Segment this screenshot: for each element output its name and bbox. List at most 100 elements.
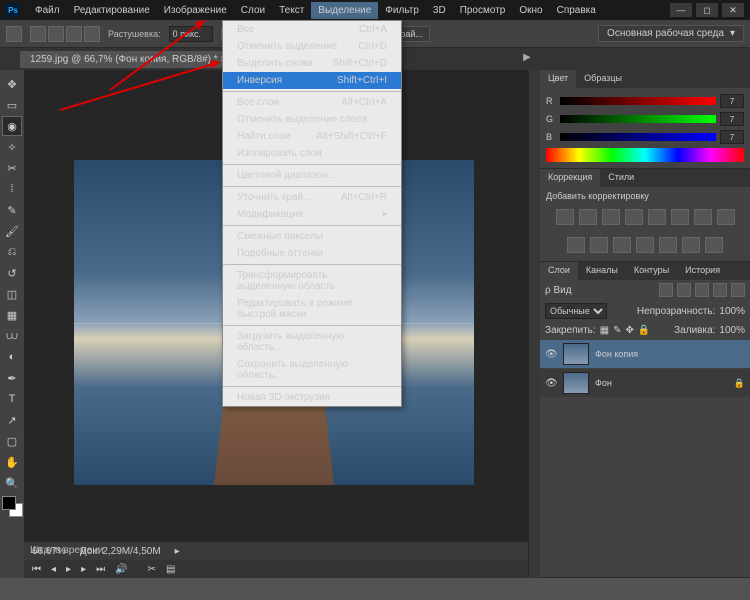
gradient-map-icon[interactable] xyxy=(682,237,700,253)
text-tool[interactable]: T xyxy=(2,389,22,409)
fill-value[interactable]: 100% xyxy=(719,325,745,336)
tab-layers[interactable]: Слои xyxy=(540,262,578,280)
menu-item[interactable]: Найти слоиAlt+Shift+Ctrl+F xyxy=(223,128,401,145)
layer-thumbnail[interactable] xyxy=(563,343,589,365)
menu-item[interactable]: Изолировать слои xyxy=(223,145,401,162)
tab-swatches[interactable]: Образцы xyxy=(576,70,630,88)
close-button[interactable]: ✕ xyxy=(722,3,744,17)
menu-item[interactable]: Уточнить край...Alt+Ctrl+R xyxy=(223,189,401,206)
move-tool[interactable]: ✥ xyxy=(2,74,22,94)
maximize-button[interactable]: ◻ xyxy=(696,3,718,17)
blend-mode-select[interactable]: Обычные xyxy=(545,303,607,319)
menu-item[interactable]: Подобные оттенки xyxy=(223,245,401,262)
selection-mode-icons[interactable] xyxy=(30,26,100,42)
menu-item[interactable]: ИнверсияShift+Ctrl+I xyxy=(223,72,401,89)
history-brush-tool[interactable]: ↺ xyxy=(2,263,22,283)
menu-справка[interactable]: Справка xyxy=(550,2,603,19)
layer-name[interactable]: Фон xyxy=(595,378,612,388)
filter-image-icon[interactable] xyxy=(659,283,673,297)
visibility-icon[interactable]: 👁 xyxy=(545,378,557,389)
g-value[interactable]: 7 xyxy=(720,112,744,126)
tab-adjustments[interactable]: Коррекция xyxy=(540,169,600,187)
blur-tool[interactable]: ⩊ xyxy=(2,326,22,346)
g-slider[interactable] xyxy=(560,115,716,123)
curves-icon[interactable] xyxy=(602,209,620,225)
menu-файл[interactable]: Файл xyxy=(28,2,67,19)
magic-wand-tool[interactable]: ✧ xyxy=(2,137,22,157)
menu-item[interactable]: ВсеCtrl+A xyxy=(223,21,401,38)
tab-channels[interactable]: Каналы xyxy=(578,262,626,280)
lock-all-icon[interactable]: 🔒 xyxy=(638,325,650,336)
filter-shape-icon[interactable] xyxy=(713,283,727,297)
layer-thumbnail[interactable] xyxy=(563,372,589,394)
play-icon[interactable]: ▸ xyxy=(66,564,71,575)
menu-просмотр[interactable]: Просмотр xyxy=(453,2,513,19)
foreground-swatch[interactable] xyxy=(2,496,16,510)
filter-text-icon[interactable] xyxy=(695,283,709,297)
vibrance-icon[interactable] xyxy=(648,209,666,225)
menu-item[interactable]: Смежные пикселы xyxy=(223,228,401,245)
zoom-tool[interactable]: 🔍 xyxy=(2,473,22,493)
b-value[interactable]: 7 xyxy=(720,130,744,144)
tab-history[interactable]: История xyxy=(677,262,728,280)
menu-текст[interactable]: Текст xyxy=(272,2,311,19)
threshold-icon[interactable] xyxy=(659,237,677,253)
play-button[interactable]: ▶ xyxy=(518,48,536,66)
lock-icon[interactable]: 🔒 xyxy=(734,378,745,389)
goto-last-icon[interactable]: ⏭ xyxy=(96,564,105,575)
minimize-button[interactable]: — xyxy=(670,3,692,17)
chevron-right-icon[interactable]: ▸ xyxy=(175,546,180,557)
dodge-tool[interactable]: ◐ xyxy=(2,347,22,367)
posterize-icon[interactable] xyxy=(636,237,654,253)
tab-styles[interactable]: Стили xyxy=(600,169,642,187)
pen-tool[interactable]: ✒ xyxy=(2,368,22,388)
audio-icon[interactable]: 🔊 xyxy=(115,564,127,575)
filter-adj-icon[interactable] xyxy=(677,283,691,297)
selective-color-icon[interactable] xyxy=(705,237,723,253)
active-tool-icon[interactable] xyxy=(6,26,22,42)
hand-tool[interactable]: ✋ xyxy=(2,452,22,472)
lock-transparency-icon[interactable]: ▦ xyxy=(600,325,609,336)
opacity-value[interactable]: 100% xyxy=(719,306,745,317)
menu-выделение[interactable]: Выделение xyxy=(311,2,378,19)
exposure-icon[interactable] xyxy=(625,209,643,225)
layer-item[interactable]: 👁 Фон копия xyxy=(540,340,750,368)
channel-mixer-icon[interactable] xyxy=(567,237,585,253)
split-icon[interactable]: ✂ xyxy=(148,564,156,575)
invert-icon[interactable] xyxy=(613,237,631,253)
crop-tool[interactable]: ✂ xyxy=(2,158,22,178)
visibility-icon[interactable]: 👁 xyxy=(545,349,557,360)
color-swatches[interactable] xyxy=(2,496,24,517)
brightness-icon[interactable] xyxy=(556,209,574,225)
menu-item[interactable]: Все слоиAlt+Ctrl+A xyxy=(223,94,401,111)
marquee-tool[interactable]: ▭ xyxy=(2,95,22,115)
menu-3d[interactable]: 3D xyxy=(426,2,453,19)
clone-tool[interactable]: ⎌ xyxy=(2,242,22,262)
workspace-selector[interactable]: Основная рабочая среда▾ xyxy=(598,25,744,42)
goto-first-icon[interactable]: ⏮ xyxy=(32,564,41,575)
r-value[interactable]: 7 xyxy=(720,94,744,108)
hue-icon[interactable] xyxy=(671,209,689,225)
eyedropper-tool[interactable]: ⁞ xyxy=(2,179,22,199)
lasso-tool[interactable]: ◉ xyxy=(2,116,22,136)
layer-item[interactable]: 👁 Фон 🔒 xyxy=(540,369,750,397)
eraser-tool[interactable]: ◫ xyxy=(2,284,22,304)
panel-collapse-strip[interactable] xyxy=(528,70,540,578)
menu-item[interactable]: Модификация▸ xyxy=(223,206,401,223)
gradient-tool[interactable]: ▦ xyxy=(2,305,22,325)
spectrum-bar[interactable] xyxy=(546,148,744,162)
menu-item[interactable]: Загрузить выделенную область... xyxy=(223,328,401,356)
transition-icon[interactable]: ▤ xyxy=(166,564,175,575)
menu-item[interactable]: Трансформировать выделенную область xyxy=(223,267,401,295)
filter-smart-icon[interactable] xyxy=(731,283,745,297)
menu-изображение[interactable]: Изображение xyxy=(157,2,234,19)
color-lookup-icon[interactable] xyxy=(590,237,608,253)
photo-filter-icon[interactable] xyxy=(717,209,735,225)
b-slider[interactable] xyxy=(560,133,716,141)
bw-icon[interactable] xyxy=(694,209,712,225)
path-tool[interactable]: ↗ xyxy=(2,410,22,430)
document-tab[interactable]: 1259.jpg @ 66,7% (Фон копия, RGB/8#) * × xyxy=(20,51,236,68)
prev-frame-icon[interactable]: ◂ xyxy=(51,564,56,575)
next-frame-icon[interactable]: ▸ xyxy=(81,564,86,575)
menu-фильтр[interactable]: Фильтр xyxy=(378,2,426,19)
